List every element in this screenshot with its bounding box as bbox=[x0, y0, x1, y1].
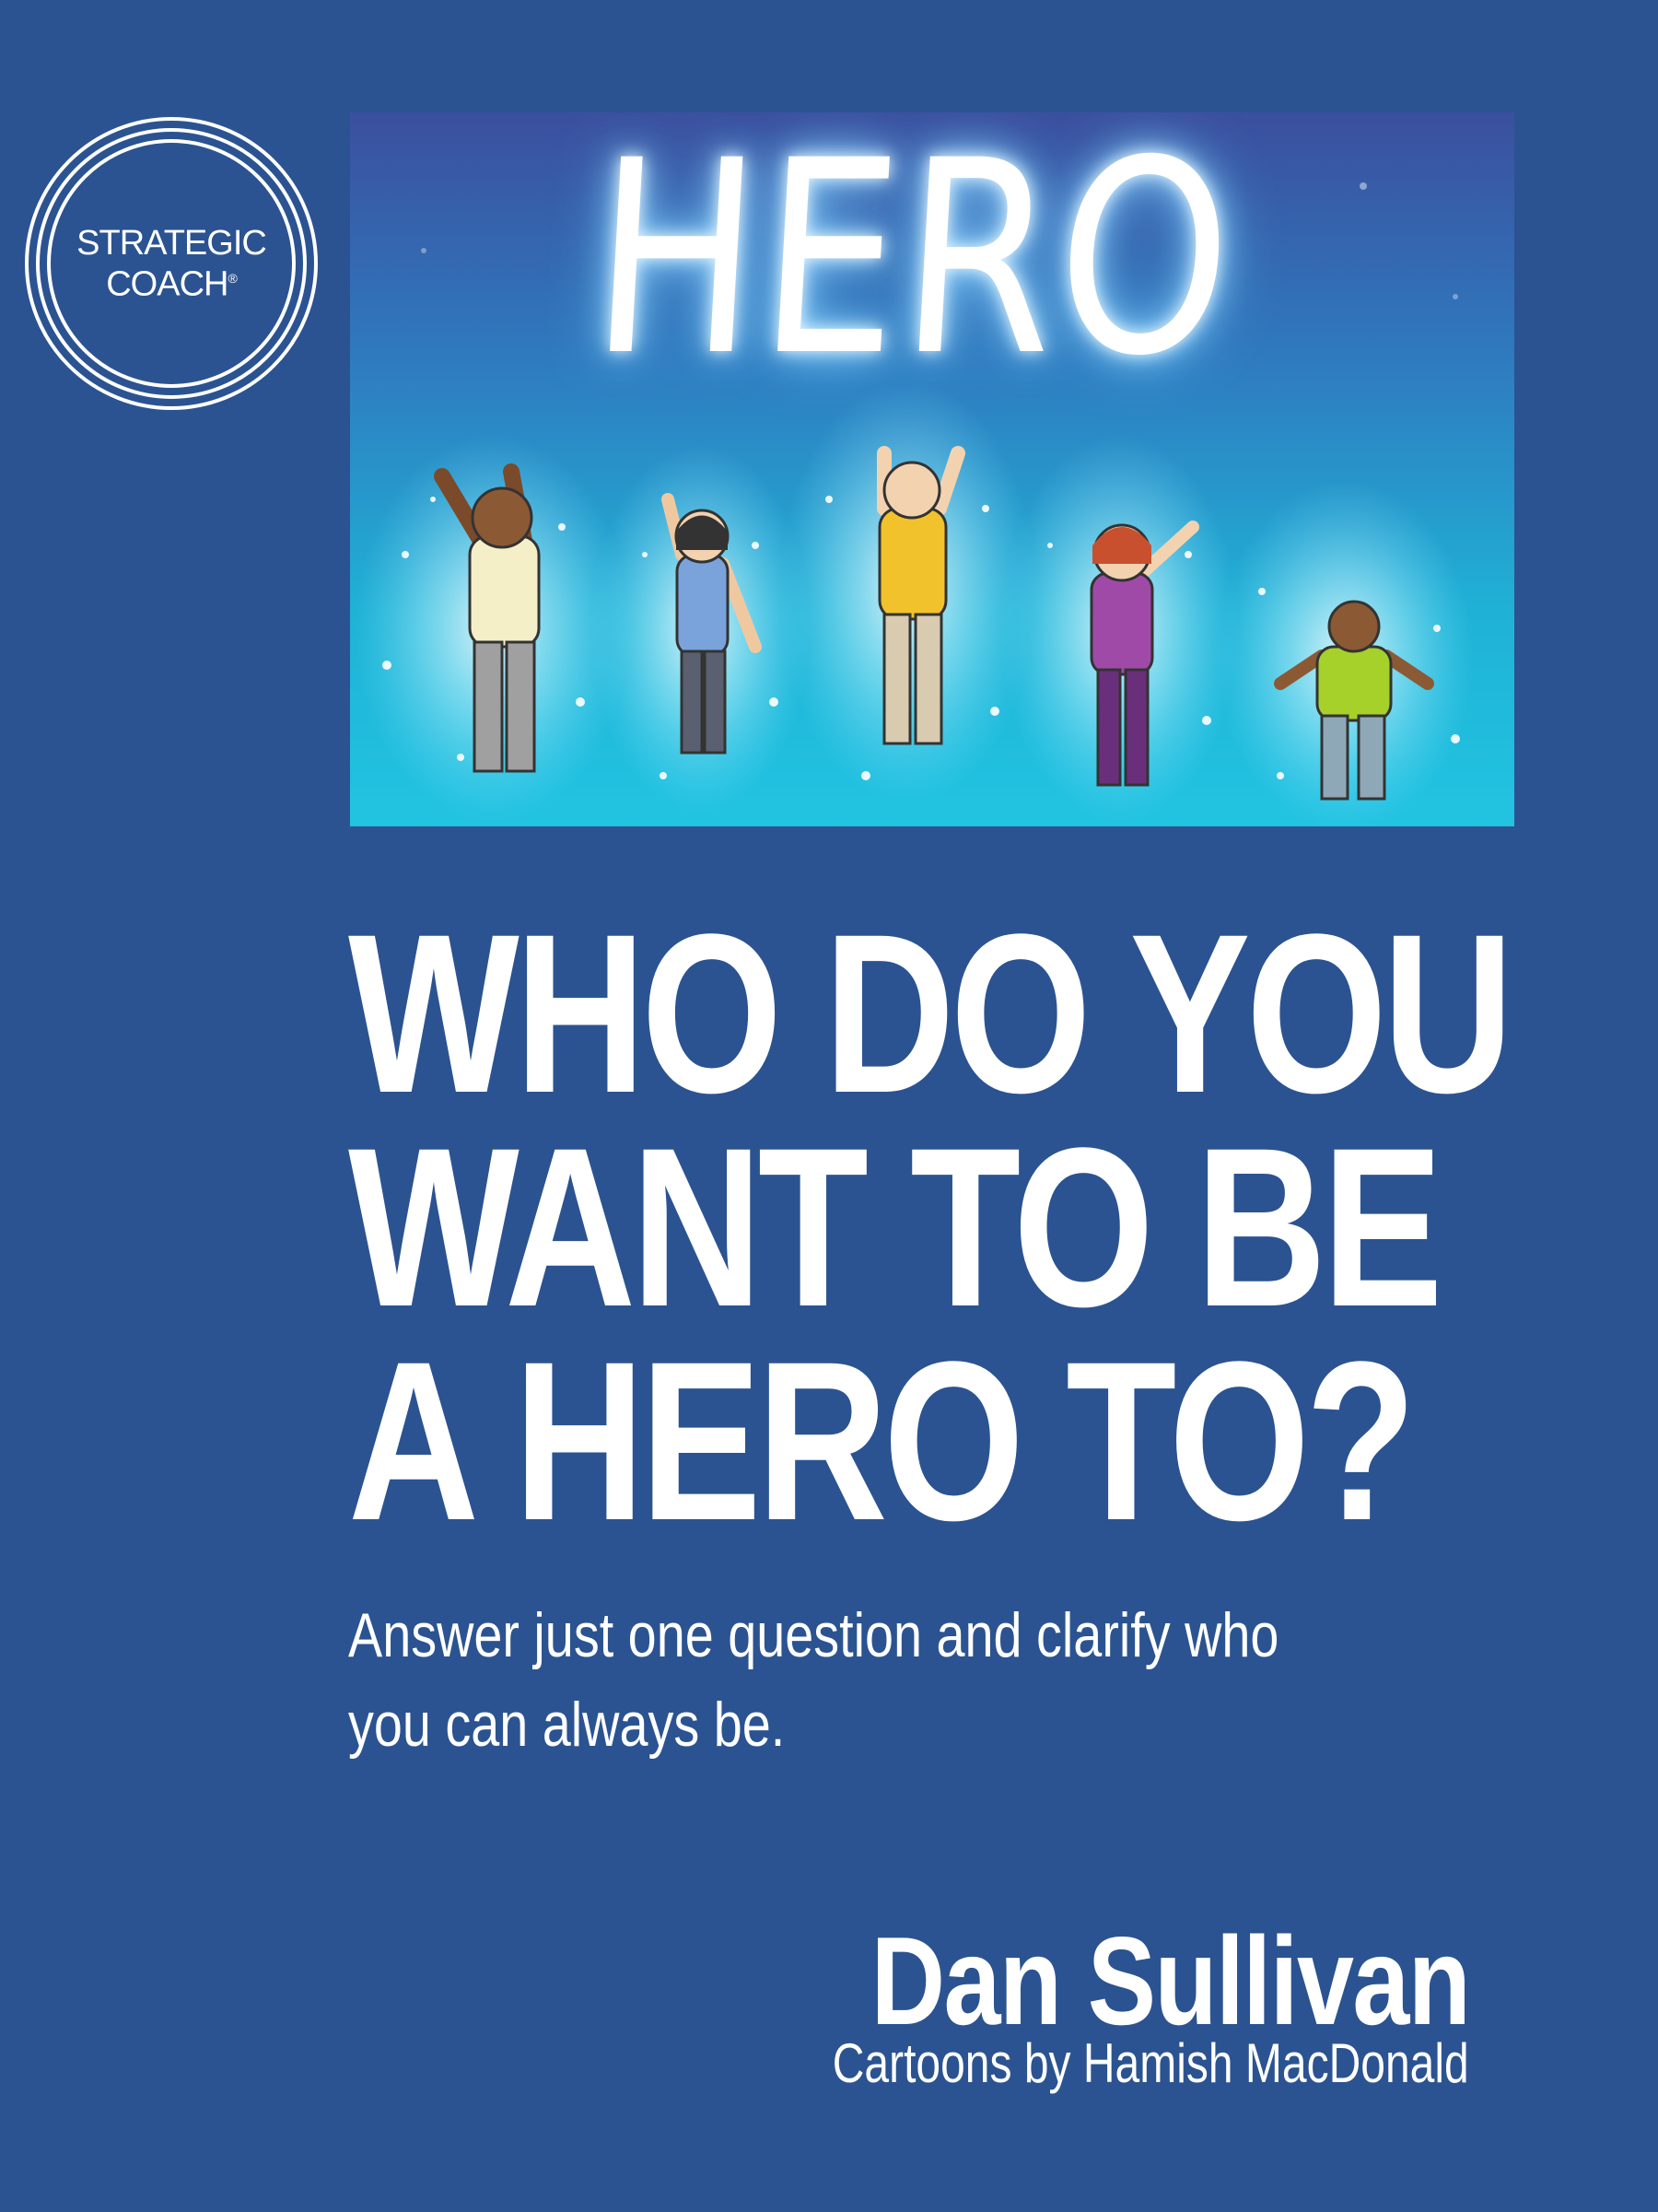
title-line-2: WANT TO BE bbox=[348, 1101, 1443, 1354]
title-line-1: WHO DO YOU bbox=[348, 887, 1513, 1141]
logo-line-2: COACH® bbox=[106, 260, 238, 304]
book-cover: STRATEGIC COACH® HERO WHO DO YOU WANT TO… bbox=[0, 0, 1658, 2212]
cartoon-credit: Cartoons by Hamish MacDonald bbox=[833, 2032, 1469, 2094]
hero-illustration: HERO bbox=[350, 112, 1514, 826]
logo-text: STRATEGIC COACH® bbox=[23, 115, 320, 412]
book-subtitle: Answer just one question and clarify who… bbox=[348, 1591, 1481, 1770]
logo-coach-text: COACH bbox=[106, 264, 228, 304]
strategic-coach-logo: STRATEGIC COACH® bbox=[23, 115, 320, 412]
book-title: WHO DO YOU WANT TO BE A HERO TO? bbox=[348, 887, 1513, 1568]
title-line-3: A HERO TO? bbox=[348, 1315, 1417, 1568]
subtitle-line-1: Answer just one question and clarify who bbox=[348, 1600, 1279, 1670]
hero-glow-title: HERO bbox=[584, 112, 1243, 415]
author-name: Dan Sullivan bbox=[870, 1911, 1470, 2051]
subtitle-line-2: you can always be. bbox=[348, 1690, 786, 1760]
registered-mark: ® bbox=[228, 270, 237, 286]
logo-line-1: STRATEGIC bbox=[76, 223, 267, 263]
